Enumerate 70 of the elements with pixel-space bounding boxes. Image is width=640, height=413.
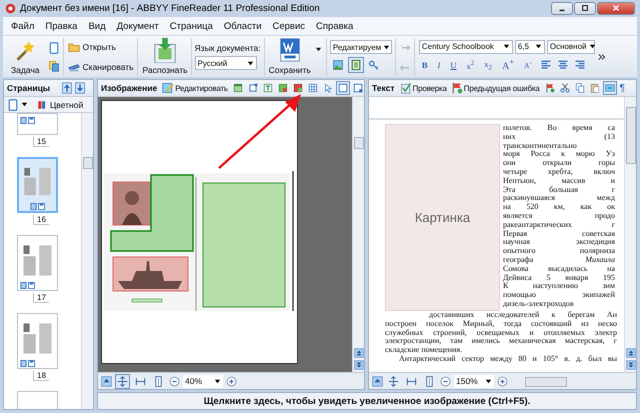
text-line: трансконтинентально <box>503 142 578 150</box>
menu-item[interactable]: Файл <box>11 20 34 32</box>
window-title: Документ без имени [16] - ABBYY FineReader 11 Professional Edition <box>20 2 321 14</box>
zoom-select[interactable]: 40% <box>183 374 223 388</box>
text-line: служебных строений, освещаемых и отопляемых электр <box>385 328 617 338</box>
text-line: них (13 <box>503 132 615 142</box>
format-button[interactable]: B <box>418 58 431 71</box>
text-line: на 520 км, как ок <box>503 203 615 212</box>
text-line: раскинувшаяся межд <box>503 194 615 204</box>
text-line: четыре хребта, включ <box>503 168 615 177</box>
text-line: ракеантарктических г <box>503 220 615 230</box>
menu-item[interactable]: Справка <box>316 20 354 32</box>
status-text[interactable]: Щелкните здесь, чтобы увидеть увеличенное изображение (Ctrl+F5). <box>204 396 530 406</box>
edit-image-button[interactable]: Редактировать <box>161 81 229 95</box>
zoom-select[interactable]: 150% <box>454 374 494 388</box>
page-number: 16 <box>33 215 49 225</box>
panel-title: Страницы <box>7 83 50 93</box>
text-line: научная экспедиция <box>503 238 615 248</box>
text-line: дизель-электроходов <box>503 300 575 309</box>
text-line: опытного полярниза <box>503 247 615 256</box>
task-button[interactable]: Задача <box>6 38 45 76</box>
menu-item[interactable]: Сервис <box>272 20 306 32</box>
open-button[interactable]: Открыть <box>66 40 134 54</box>
pilcrow-button[interactable]: ¶ <box>618 82 627 94</box>
text-line: электростанции, там имелись механическая мастерская, г <box>385 337 617 346</box>
menu-item[interactable]: Страница <box>170 20 213 32</box>
font-size-select[interactable]: 6,5 <box>514 40 545 54</box>
scan-button[interactable]: Сканировать <box>66 60 134 74</box>
text-line: доставивших исследователей к берегам Ан <box>428 311 617 320</box>
status-bar[interactable]: Щелкните здесь, чтобы увидеть увеличенное изображение (Ctrl+F5). <box>97 392 637 410</box>
language-select[interactable]: Русский <box>194 56 257 70</box>
panel-title: Текст <box>372 83 395 93</box>
recognize-button[interactable]: Распознать <box>138 38 192 76</box>
language-label: Язык документа: <box>194 43 261 53</box>
text-line: складские помещения. <box>385 346 464 355</box>
picture-label: Картинка <box>414 210 470 225</box>
check-button[interactable]: Проверка <box>398 81 448 95</box>
mode-select[interactable]: Редактируем <box>330 40 392 54</box>
format-button[interactable]: U <box>447 58 460 71</box>
save-button[interactable]: Сохранить <box>264 38 315 76</box>
page-number: 15 <box>33 137 49 147</box>
format-button[interactable]: x$^{2}$ <box>464 58 478 72</box>
font-select[interactable]: Century Schoolbook <box>418 40 513 54</box>
text-line: является продо <box>503 212 615 221</box>
panel-title: Изображение <box>101 83 158 93</box>
format-button[interactable]: x$_{2}$ <box>481 58 496 72</box>
text-line: К наступлению зим <box>503 282 615 292</box>
color-mode-button[interactable]: Цветной <box>36 98 84 110</box>
text-line: полетов. Во время са <box>503 124 615 133</box>
text-line: построен поселок Мирный, тогда состоявший из неско <box>385 320 617 328</box>
menu-item[interactable]: Документ <box>116 20 159 32</box>
format-button[interactable]: A$^{+}$ <box>499 56 518 74</box>
text-line: они открыли горы <box>503 159 615 168</box>
text-line: Первая советская <box>503 230 615 238</box>
page-number: 18 <box>33 371 49 381</box>
page-number: 17 <box>33 293 49 303</box>
text-line: помощью экипажей <box>503 291 615 300</box>
text-line: Сомова высадилась на <box>503 264 615 274</box>
text-line: Дейвиса 5 января 195 <box>503 274 615 282</box>
text-line: географа Михаила <box>503 256 615 265</box>
text-line: Эта большая г <box>503 186 615 194</box>
style-select[interactable]: Основной <box>546 40 595 54</box>
text-line: моря Росса к морю Уэ <box>503 150 615 160</box>
text-line: Нептьюн, массив и <box>503 176 615 186</box>
menu-item[interactable]: Правка <box>45 20 78 32</box>
menu-item[interactable]: Вид <box>88 20 106 32</box>
menu-item[interactable]: Области <box>224 20 262 32</box>
previous-error-button[interactable]: Предыдущая ошибка <box>450 81 541 95</box>
format-button[interactable]: I <box>434 58 444 71</box>
text-line: Антарктический сектор между 80 и 105° в. д. был вы <box>398 354 617 364</box>
